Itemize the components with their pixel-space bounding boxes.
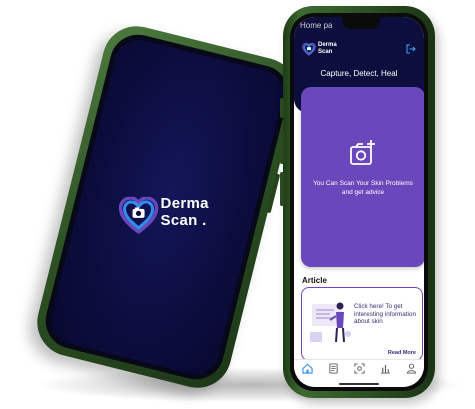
- article-card-text: Click here! To get interesting informati…: [354, 303, 416, 325]
- tagline: Capture, Detect, Heal: [320, 69, 398, 78]
- scan-card[interactable]: You Can Scan Your Skin Problems and get …: [301, 87, 424, 267]
- page-title: Home pa: [300, 21, 333, 30]
- home-screen: Home pa Derma Scan Capture, Detect, Heal: [294, 17, 424, 387]
- heart-camera-logo-icon: [118, 196, 159, 235]
- article-illustration-icon: [310, 302, 351, 343]
- phone-side-button: [280, 130, 284, 164]
- article-card[interactable]: Click here! To get interesting informati…: [301, 287, 423, 361]
- scan-card-text: You Can Scan Your Skin Problems and get …: [313, 180, 413, 196]
- splash-screen: Derma Scan .: [45, 34, 289, 380]
- phone-home: Home pa Derma Scan Capture, Detect, Heal: [280, 6, 435, 398]
- nav-article[interactable]: [322, 363, 344, 379]
- camera-plus-icon: [350, 140, 375, 165]
- nav-home[interactable]: [296, 363, 318, 379]
- article-icon: [328, 363, 338, 374]
- phone-bezel: Derma Scan .: [39, 28, 295, 386]
- phone-side-button: [266, 173, 281, 214]
- phone-side-button: [280, 172, 284, 206]
- splash-brand-line1: Derma: [160, 194, 209, 212]
- camera-notch: [342, 17, 380, 29]
- header-brand-line2: Scan: [318, 49, 333, 55]
- header-brand-line1: Derma: [318, 42, 337, 48]
- phone-side-button: [280, 98, 284, 118]
- nav-scan[interactable]: [348, 363, 370, 379]
- bottom-nav: [294, 359, 424, 387]
- scan-icon: [353, 363, 365, 374]
- read-more-link[interactable]: Read More: [388, 350, 416, 356]
- splash-brand-line2: Scan .: [160, 211, 207, 229]
- splash-brand: Derma Scan .: [161, 195, 209, 229]
- history-icon: [380, 364, 390, 374]
- nav-history[interactable]: [374, 363, 396, 379]
- home-icon: [301, 363, 313, 374]
- home-indicator: [339, 383, 379, 385]
- header-brand: Derma Scan: [318, 42, 337, 56]
- logout-icon[interactable]: [406, 44, 416, 54]
- phone-bezel: Home pa Derma Scan Capture, Detect, Heal: [290, 13, 428, 391]
- nav-profile[interactable]: [400, 363, 422, 379]
- splash-logo: Derma Scan .: [118, 193, 229, 243]
- heart-camera-logo-icon: [302, 43, 316, 56]
- article-section-title: Article: [302, 276, 327, 285]
- phone-splash: Derma Scan .: [30, 19, 304, 395]
- profile-icon: [406, 363, 416, 374]
